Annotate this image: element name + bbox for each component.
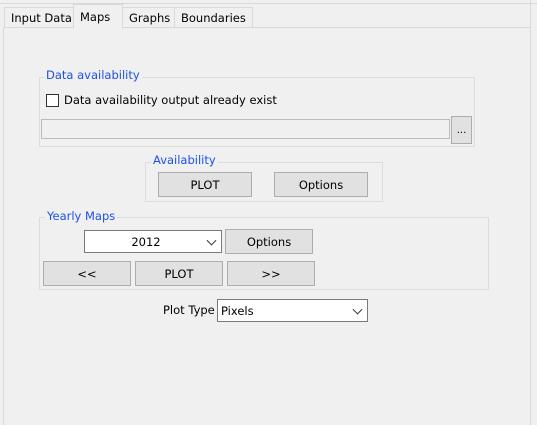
data-exists-label: Data availability output already exist — [64, 93, 277, 107]
yearly-maps-title: Yearly Maps — [45, 209, 118, 223]
year-value: 2012 — [131, 234, 161, 249]
availability-title: Availability — [151, 153, 218, 167]
tab-boundaries[interactable]: Boundaries — [174, 7, 253, 27]
next-year-button[interactable]: >> — [227, 261, 315, 286]
chevron-down-icon — [352, 304, 363, 315]
path-field[interactable] — [41, 119, 450, 139]
tab-graphs[interactable]: Graphs — [122, 7, 178, 27]
yearly-options-button[interactable]: Options — [225, 229, 313, 254]
tab-maps[interactable]: Maps — [73, 4, 123, 28]
plot-type-value: Pixels — [221, 303, 254, 318]
chevron-down-icon — [206, 235, 217, 246]
yearly-plot-button[interactable]: PLOT — [135, 261, 223, 286]
tab-input-data[interactable]: Input Data — [4, 7, 79, 27]
availability-options-button[interactable]: Options — [274, 172, 368, 197]
year-select[interactable]: 2012 — [84, 230, 222, 253]
data-availability-title: Data availability — [44, 68, 142, 82]
availability-plot-button[interactable]: PLOT — [158, 172, 252, 197]
data-exists-checkbox[interactable] — [46, 94, 59, 107]
plot-type-label: Plot Type — [163, 303, 215, 317]
plot-type-select[interactable]: Pixels — [217, 299, 368, 322]
browse-button[interactable]: ... — [451, 116, 472, 144]
previous-year-button[interactable]: << — [43, 261, 131, 286]
